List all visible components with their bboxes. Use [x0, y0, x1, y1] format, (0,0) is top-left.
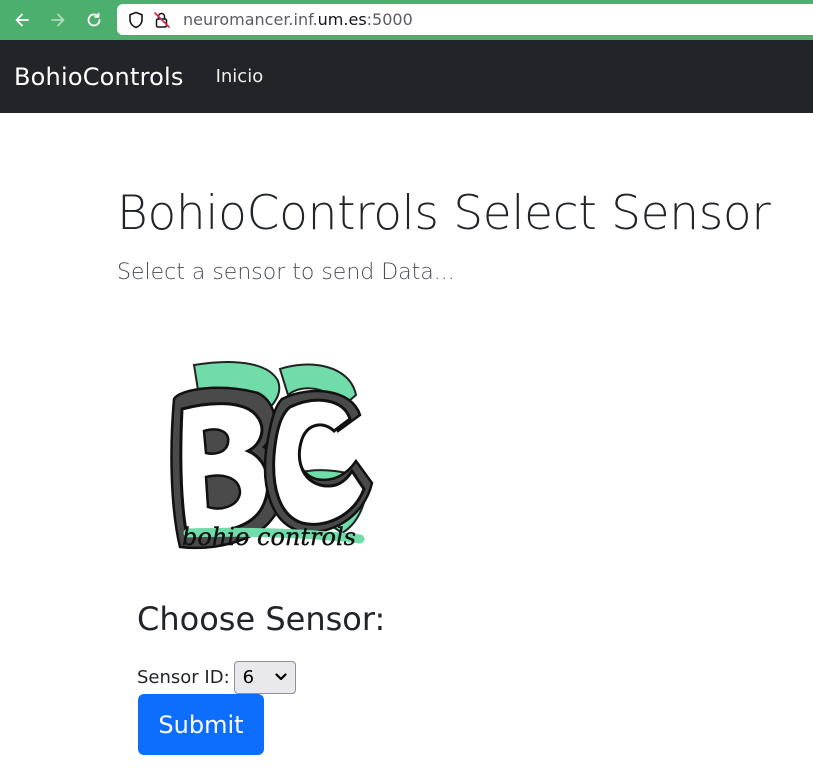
submit-button[interactable]: Submit [138, 694, 264, 755]
sensor-id-label: Sensor ID: [137, 666, 230, 688]
section-title: Choose Sensor: [137, 600, 386, 638]
reload-icon [87, 12, 101, 27]
page-subtitle: Select a sensor to send Data... [117, 260, 455, 285]
forward-arrow-icon [51, 13, 65, 27]
url-port: :5000 [366, 10, 413, 29]
page-title: BohioControls Select Sensor [117, 186, 771, 241]
reload-button[interactable] [76, 0, 112, 40]
logo-wordmark: bohio controls [182, 523, 356, 551]
sensor-form-row: Sensor ID: 6 [137, 660, 296, 694]
url-prefix: neuromancer.inf. [183, 10, 318, 29]
url-text[interactable]: neuromancer.inf.um.es:5000 [183, 10, 413, 29]
nav-link-inicio[interactable]: Inicio [216, 66, 264, 87]
insecure-lock-icon[interactable] [151, 9, 173, 31]
shield-icon[interactable] [125, 9, 147, 31]
navbar: BohioControls Inicio [0, 40, 813, 113]
address-bar[interactable]: neuromancer.inf.um.es:5000 [117, 4, 813, 35]
sensor-id-selected-value: 6 [242, 666, 255, 688]
back-button[interactable] [4, 0, 40, 40]
url-domain: um.es [317, 10, 367, 29]
bohiocontrols-logo: bohio controls [170, 361, 374, 551]
forward-button[interactable] [40, 0, 76, 40]
navbar-brand[interactable]: BohioControls [14, 63, 184, 91]
chevron-down-icon [275, 673, 287, 681]
back-arrow-icon [15, 13, 29, 27]
sensor-id-select[interactable]: 6 [233, 660, 296, 694]
browser-toolbar: neuromancer.inf.um.es:5000 [0, 0, 813, 40]
